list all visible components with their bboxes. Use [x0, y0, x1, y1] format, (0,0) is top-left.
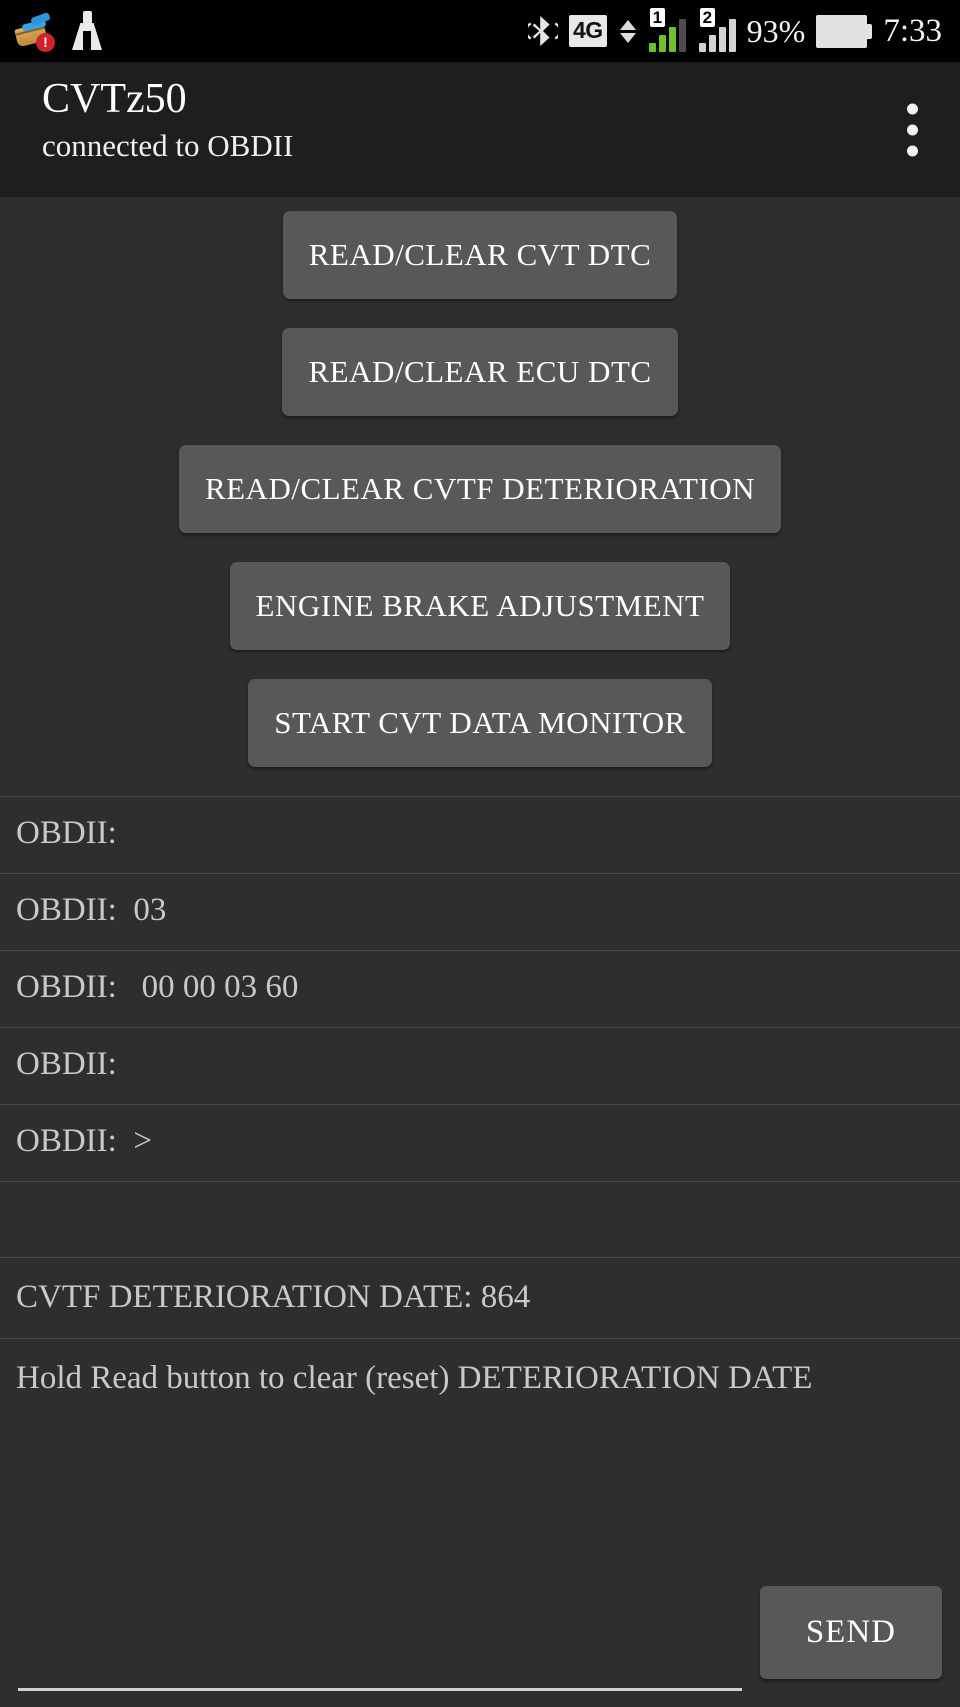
- connection-status-label: connected to OBDII: [42, 128, 294, 164]
- list-item[interactable]: OBDII: 03: [0, 874, 960, 951]
- sim2-label: 2: [699, 8, 716, 27]
- engine-brake-adjustment-button[interactable]: ENGINE BRAKE ADJUSTMENT: [229, 562, 731, 650]
- data-transfer-arrows-icon: [619, 19, 636, 43]
- bluetooth-icon: [527, 16, 558, 46]
- battery-percent-label: 93%: [746, 12, 806, 49]
- command-input[interactable]: [18, 1633, 742, 1691]
- broom-icon: [72, 11, 102, 51]
- command-field-wrapper: [18, 1633, 742, 1697]
- status-bar-right-icons: 4G 1 2 93% 7:33: [527, 8, 942, 52]
- status-bar-left-icons: !: [14, 11, 102, 52]
- read-clear-cvt-dtc-button[interactable]: READ/CLEAR CVT DTC: [282, 211, 678, 299]
- sim2-signal-icon: 2: [698, 8, 736, 52]
- cvtf-deterioration-date-label: CVTF DETERIORATION DATE: 864: [0, 1258, 960, 1339]
- list-item[interactable]: [0, 1182, 960, 1258]
- more-vertical-icon[interactable]: [893, 93, 932, 166]
- battery-icon: [816, 14, 873, 48]
- network-type-badge: 4G: [568, 15, 607, 47]
- app-screen: ! 4G 1 2 93% 7:33 CVTz50 connected to OB…: [0, 0, 960, 1707]
- page-title: CVTz50: [42, 76, 187, 122]
- cleaner-alert-icon: !: [14, 11, 55, 52]
- action-row: READ/CLEAR ECU DTC: [0, 328, 960, 445]
- obdii-log-list[interactable]: OBDII: OBDII: 03 OBDII: 00 00 03 60 OBDI…: [0, 796, 960, 1422]
- action-buttons-panel: READ/CLEAR CVT DTC READ/CLEAR ECU DTC RE…: [0, 197, 960, 796]
- clear-hint-label: Hold Read button to clear (reset) DETERI…: [16, 1359, 813, 1396]
- list-item[interactable]: OBDII: 00 00 03 60: [0, 951, 960, 1028]
- clock-label: 7:33: [883, 12, 942, 49]
- app-bar: CVTz50 connected to OBDII: [0, 62, 960, 197]
- action-row: START CVT DATA MONITOR: [0, 679, 960, 796]
- read-clear-ecu-dtc-button[interactable]: READ/CLEAR ECU DTC: [282, 328, 678, 416]
- action-row: ENGINE BRAKE ADJUSTMENT: [0, 562, 960, 679]
- sim1-signal-icon: 1: [648, 8, 686, 52]
- list-item[interactable]: OBDII:: [0, 797, 960, 874]
- read-clear-cvtf-deterioration-button[interactable]: READ/CLEAR CVTF DETERIORATION: [178, 445, 782, 533]
- list-item[interactable]: OBDII:: [0, 1028, 960, 1105]
- send-button[interactable]: SEND: [759, 1586, 942, 1679]
- action-row: READ/CLEAR CVT DTC: [0, 211, 960, 328]
- start-cvt-data-monitor-button[interactable]: START CVT DATA MONITOR: [248, 679, 712, 767]
- action-row: READ/CLEAR CVTF DETERIORATION: [0, 445, 960, 562]
- command-input-bar: SEND: [0, 1567, 960, 1707]
- list-item[interactable]: OBDII: >: [0, 1105, 960, 1182]
- status-bar: ! 4G 1 2 93% 7:33: [0, 0, 960, 62]
- sim1-label: 1: [649, 8, 666, 27]
